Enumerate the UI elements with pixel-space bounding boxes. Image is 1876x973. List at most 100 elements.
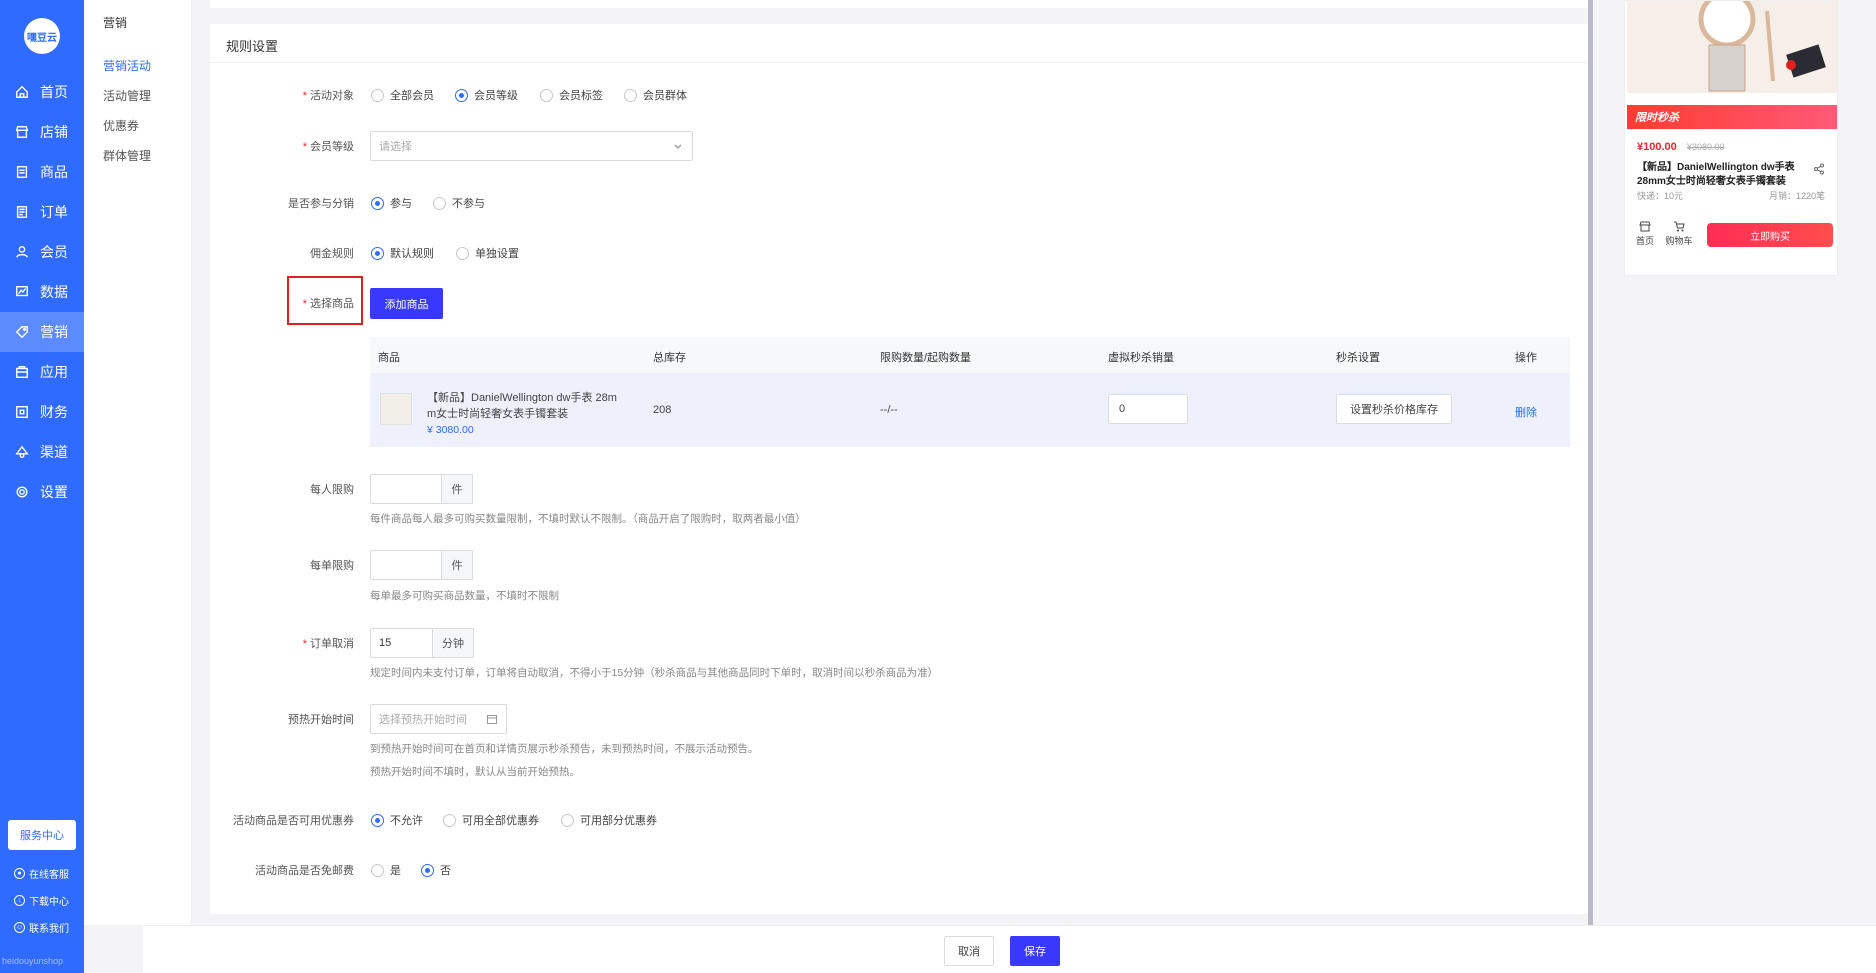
contact-us-link[interactable]: ☺ 联系我们 <box>14 920 69 935</box>
product-image <box>1627 1 1837 93</box>
preview-title: 【新品】DanielWellington dw手表28mm女士时尚轻奢女表手镯套… <box>1637 162 1795 187</box>
nav-item-marketing[interactable]: 营销 <box>0 312 84 352</box>
logo-text: 嘿豆云 <box>27 32 57 44</box>
radio-participate[interactable]: 参与 <box>371 195 412 211</box>
nav-item-goods[interactable]: 商品 <box>0 152 84 192</box>
download-center-link[interactable]: ↓ 下载中心 <box>14 893 69 908</box>
contact-icon: ☺ <box>14 922 25 933</box>
product-thumbnail <box>380 393 412 425</box>
per-order-limit-hint: 每单最多可购买商品数量，不填时不限制 <box>370 590 559 602</box>
service-center-button[interactable]: 服务中心 <box>8 820 76 850</box>
order-cancel-hint: 规定时间内未支付订单，订单将自动取消，不得小于15分钟（秒杀商品与其他商品同时下… <box>370 667 939 679</box>
nav-item-channel[interactable]: 渠道 <box>0 432 84 472</box>
preview-nav-cart[interactable]: 购物车 <box>1665 221 1693 247</box>
per-order-limit-label: 每单限购 <box>310 560 354 572</box>
th-goods: 商品 <box>378 352 400 364</box>
main-scrollbar[interactable] <box>1588 0 1593 925</box>
radio-member-level[interactable]: 会员等级 <box>455 87 518 103</box>
radio-free-shipping-no[interactable]: 否 <box>421 862 451 878</box>
link-label: 在线客服 <box>29 870 69 881</box>
radio-coupon-disallow[interactable]: 不允许 <box>371 812 423 828</box>
gear-icon <box>14 484 30 500</box>
calendar-icon <box>487 715 497 724</box>
buy-now-button[interactable]: 立即购买 <box>1707 223 1833 247</box>
preview-nav-home[interactable]: 首页 <box>1631 221 1659 247</box>
footer-action-bar: 取消 保存 <box>143 925 1876 973</box>
chat-icon: ● <box>14 868 25 879</box>
table-row: 【新品】DanielWellington dw手表 28m m女士时尚轻奢女表手… <box>370 373 1570 447</box>
nav-item-order[interactable]: 订单 <box>0 192 84 232</box>
radio-default-rule[interactable]: 默认规则 <box>371 245 434 261</box>
order-cancel-field[interactable]: 15 分钟 <box>370 628 474 658</box>
previous-section-edge <box>210 0 1588 8</box>
per-person-limit-label: 每人限购 <box>310 484 354 496</box>
set-flash-price-button[interactable]: 设置秒杀价格库存 <box>1336 394 1452 424</box>
online-service-link[interactable]: ● 在线客服 <box>14 866 69 881</box>
activity-target-label: * 活动对象 <box>302 90 354 102</box>
radio-coupon-all[interactable]: 可用全部优惠券 <box>443 812 539 828</box>
delete-link[interactable]: 删除 <box>1515 404 1537 420</box>
nav-item-home[interactable]: 首页 <box>0 72 84 112</box>
cancel-button[interactable]: 取消 <box>944 936 994 966</box>
nav-label: 会员 <box>40 244 68 260</box>
per-person-limit-input[interactable] <box>370 474 441 504</box>
divider <box>210 62 1588 63</box>
radio-not-participate[interactable]: 不参与 <box>433 195 485 211</box>
store-icon <box>14 124 30 140</box>
th-flash-setting: 秒杀设置 <box>1336 352 1380 364</box>
nav-item-settings[interactable]: 设置 <box>0 472 84 512</box>
preview-sold: 月销：1220笔 <box>1768 191 1825 201</box>
preheat-label: 预热开始时间 <box>288 714 354 726</box>
app-icon <box>14 364 30 380</box>
submenu-item-coupons[interactable]: 优惠券 <box>103 117 139 134</box>
nav-item-finance[interactable]: 财务 <box>0 392 84 432</box>
per-order-limit-field[interactable]: 件 <box>370 550 473 580</box>
main-nav: 首页 店铺 商品 订单 会员 数据 营销 应用 财务 渠道 设置 <box>0 72 84 512</box>
product-stock: 208 <box>653 404 672 416</box>
submenu-title: 营销 <box>103 16 128 30</box>
th-action: 操作 <box>1515 352 1537 364</box>
store-icon <box>1639 221 1651 232</box>
nav-item-store[interactable]: 店铺 <box>0 112 84 152</box>
radio-member-group[interactable]: 会员群体 <box>624 87 687 103</box>
member-level-select[interactable]: 请选择 <box>370 131 693 161</box>
nav-item-app[interactable]: 应用 <box>0 352 84 392</box>
app-logo[interactable]: 嘿豆云 <box>24 18 60 54</box>
product-price: ¥ 3080.00 <box>427 424 474 436</box>
member-icon <box>14 244 30 260</box>
virtual-sales-input[interactable]: 0 <box>1108 394 1188 424</box>
preheat-date-picker[interactable]: 选择预热开始时间 <box>370 704 507 734</box>
radio-coupon-partial[interactable]: 可用部分优惠券 <box>561 812 657 828</box>
unit-addon: 件 <box>441 474 473 504</box>
nav-item-data[interactable]: 数据 <box>0 272 84 312</box>
save-button[interactable]: 保存 <box>1010 936 1060 966</box>
nav-label: 渠道 <box>40 444 68 460</box>
per-order-limit-input[interactable] <box>370 550 441 580</box>
member-level-label: * 会员等级 <box>302 141 354 153</box>
sub-menu: 营销 营销活动 活动管理 优惠券 群体管理 <box>84 0 192 925</box>
order-icon <box>14 204 30 220</box>
nav-label: 应用 <box>40 364 68 380</box>
radio-member-tag[interactable]: 会员标签 <box>540 87 603 103</box>
submenu-item-group-management[interactable]: 群体管理 <box>103 147 151 164</box>
goods-table: 商品 总库存 限购数量/起购数量 虚拟秒杀销量 秒杀设置 操作 【新品】Dani… <box>370 337 1570 447</box>
chart-icon <box>14 284 30 300</box>
radio-custom-rule[interactable]: 单独设置 <box>456 245 519 261</box>
cart-icon <box>1674 221 1685 232</box>
link-label: 下载中心 <box>29 897 69 908</box>
per-person-limit-field[interactable]: 件 <box>370 474 473 504</box>
preview-shipping: 快递：10元 <box>1637 191 1684 201</box>
share-icon[interactable] <box>1813 163 1825 175</box>
nav-label: 数据 <box>40 284 68 300</box>
nav-label: 营销 <box>40 324 68 340</box>
th-limit: 限购数量/起购数量 <box>880 352 972 364</box>
add-goods-button[interactable]: 添加商品 <box>370 288 443 319</box>
submenu-item-activity-management[interactable]: 活动管理 <box>103 87 151 104</box>
nav-item-member[interactable]: 会员 <box>0 232 84 272</box>
radio-free-shipping-yes[interactable]: 是 <box>371 862 401 878</box>
submenu-item-marketing-activity[interactable]: 营销活动 <box>103 57 151 74</box>
order-cancel-input[interactable]: 15 <box>370 628 432 658</box>
radio-all-members[interactable]: 全部会员 <box>371 87 434 103</box>
preview-original-price: ¥3080.00 <box>1687 142 1725 152</box>
per-person-limit-hint: 每件商品每人最多可购买数量限制，不填时默认不限制。（商品开启了限购时，取两者最小… <box>370 513 806 525</box>
